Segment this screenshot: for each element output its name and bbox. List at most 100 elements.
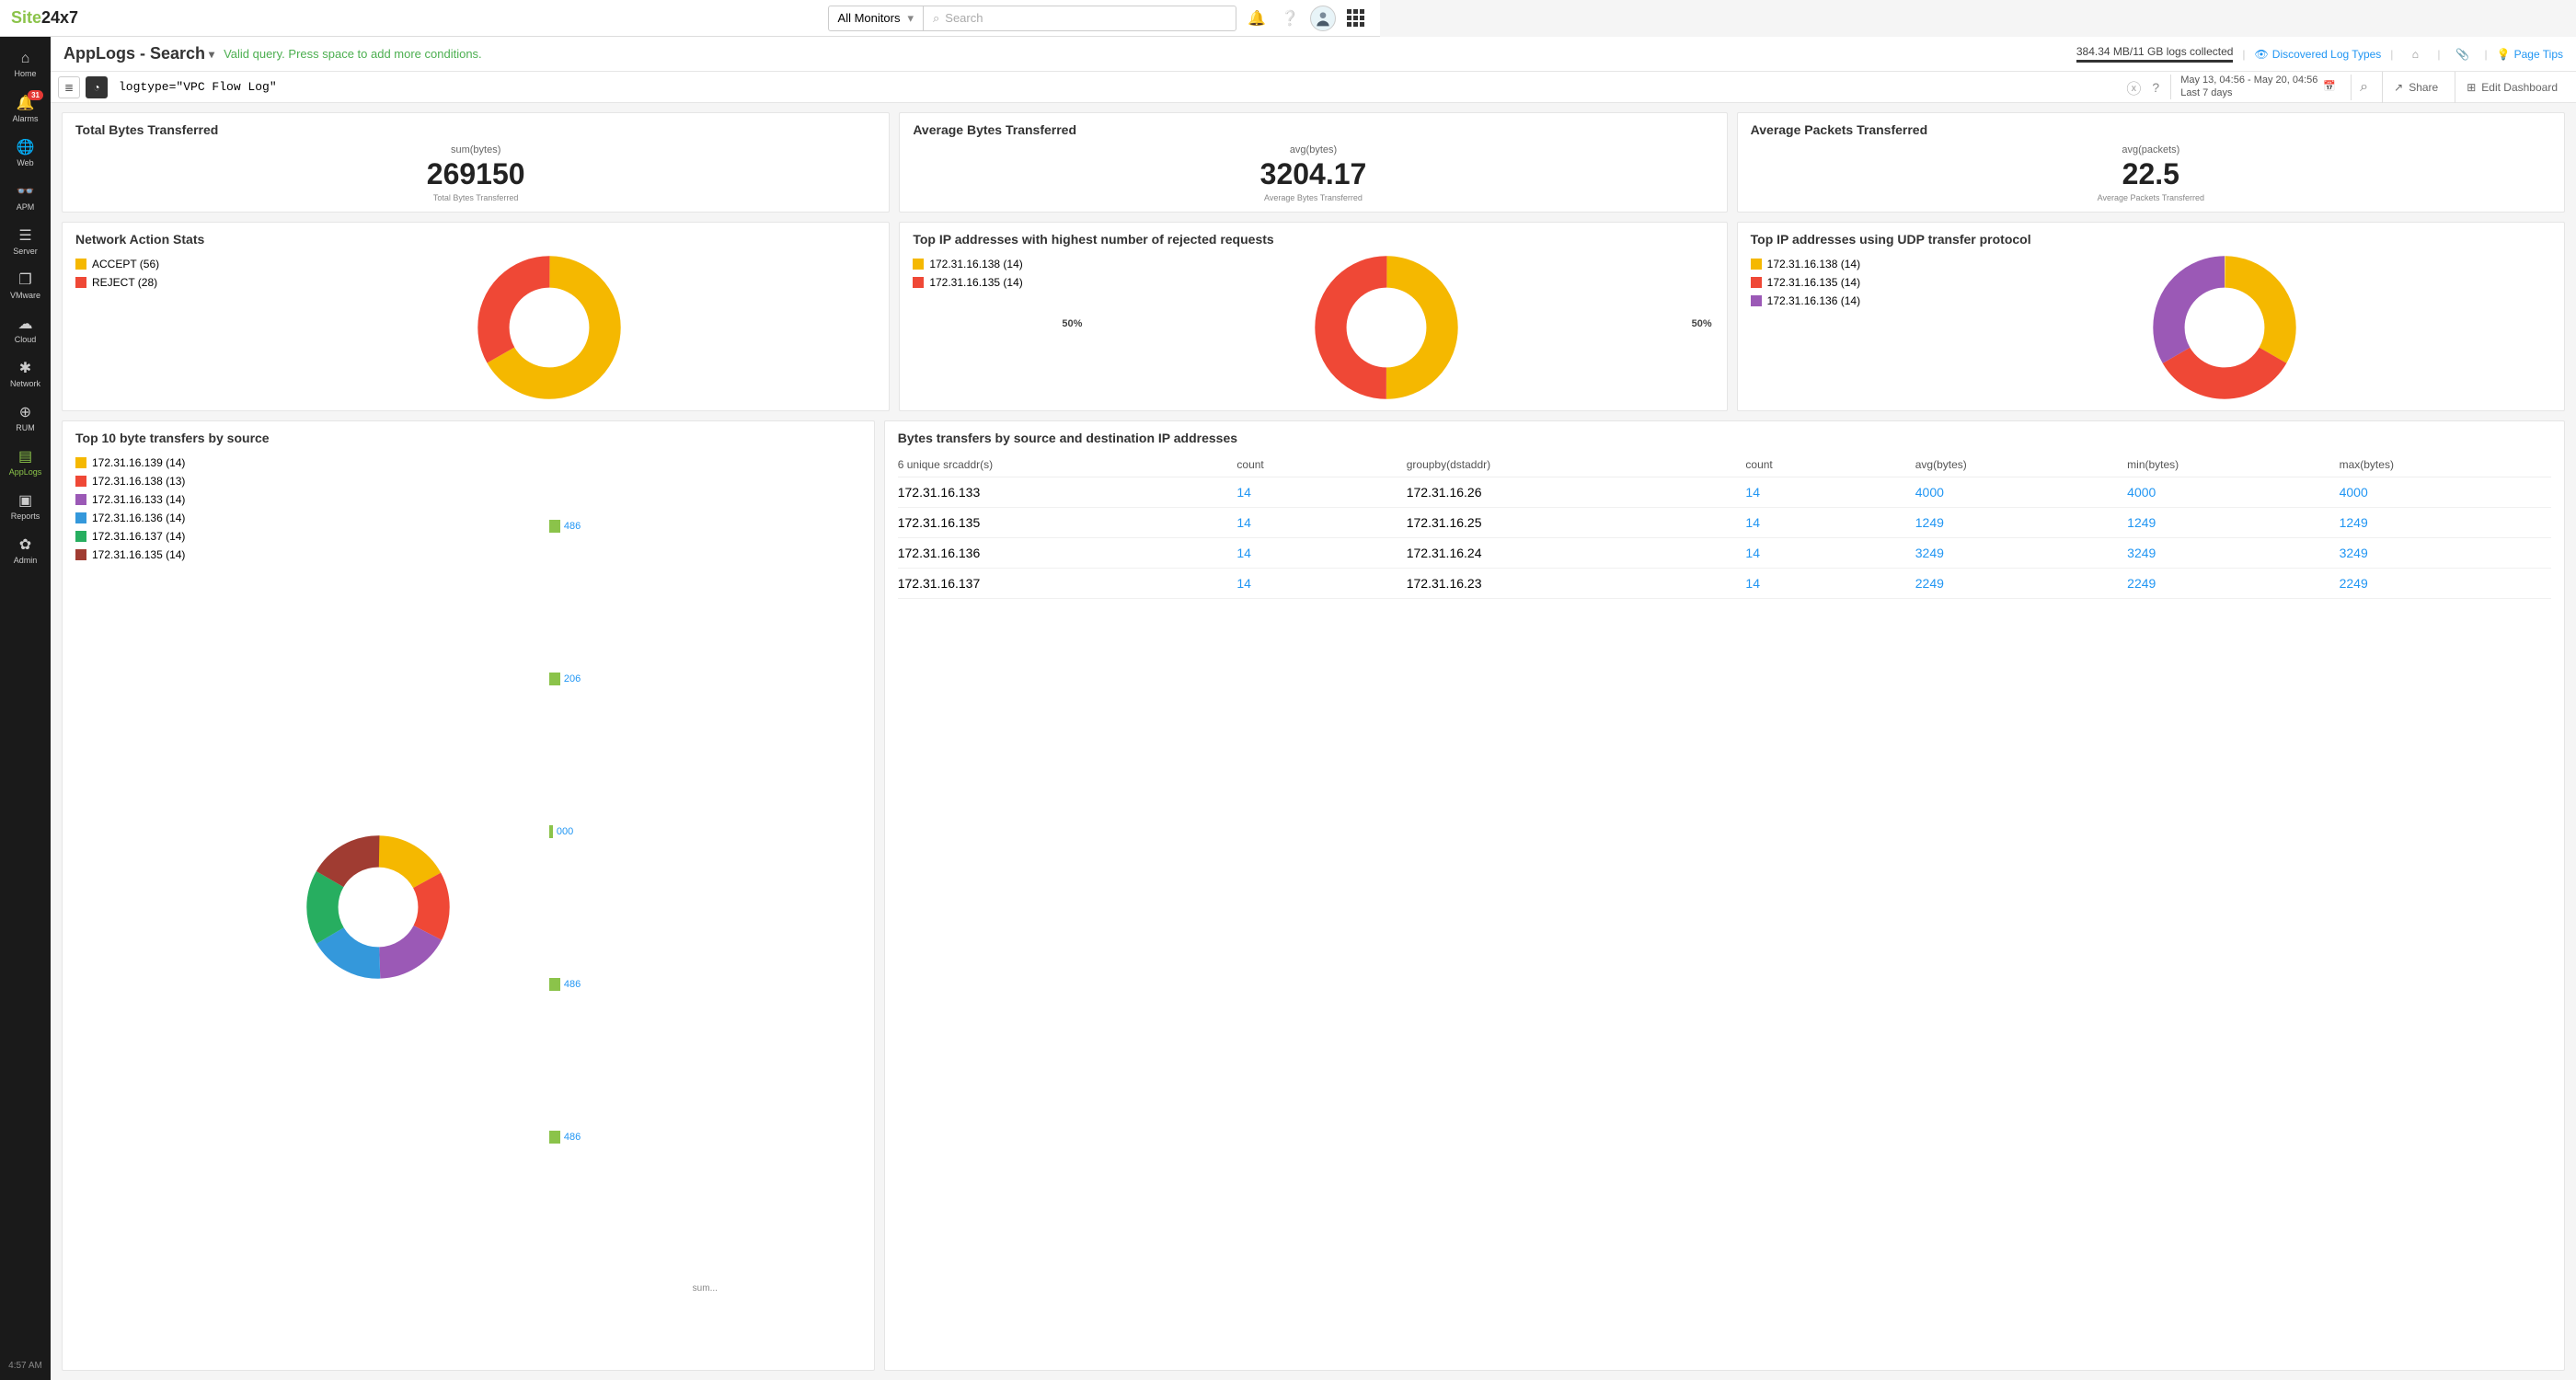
cell-max[interactable]: 1249 [2340,515,2551,530]
nav-cloud[interactable]: ☁Cloud [0,307,51,351]
col-header[interactable]: min(bytes) [2127,458,2339,471]
cell-min[interactable]: 3249 [2127,546,2339,560]
cell-count[interactable]: 14 [1745,546,1915,560]
discovered-log-types-link[interactable]: 👁Discovered Log Types [2255,48,2382,61]
list-view-button[interactable]: ≣ [58,76,80,98]
cell-avg[interactable]: 2249 [1915,576,2127,591]
col-header[interactable]: 6 unique srcaddr(s) [898,458,1237,471]
donut-row: Network Action Stats ACCEPT (56) REJECT … [62,222,2565,411]
donut-chart[interactable] [2151,254,2298,401]
cell-max[interactable]: 2249 [2340,576,2551,591]
panel-title: Average Packets Transferred [1751,122,2551,137]
query-help-button[interactable]: ? [2146,80,2165,95]
cell-count[interactable]: 14 [1236,546,1406,560]
legend-label: ACCEPT (56) [92,258,159,270]
date-range-text: May 13, 04:56 - May 20, 04:56 [2180,75,2317,86]
nav-vmware[interactable]: ❐ VMware [0,263,51,307]
nav-label: AppLogs [9,467,42,477]
query-input[interactable]: logtype="VPC Flow Log" [113,80,2121,94]
nav-label: VMware [10,291,40,300]
nav-rum[interactable]: ⊕RUM [0,396,51,440]
pie-view-button[interactable]: ◔ [86,76,108,98]
clear-query-button[interactable]: ⓧ [2126,76,2141,98]
kpi-value: 3204.17 [913,157,1713,191]
col-header[interactable]: max(bytes) [2340,458,2551,471]
table-row: 172.31.16.13714172.31.16.231422492249224… [898,569,2551,599]
valid-query-msg: Valid query. Press space to add more con… [224,47,482,61]
cell-count[interactable]: 14 [1236,576,1406,591]
kpi-footer: Average Packets Transferred [1751,193,2551,202]
row3: Top 10 byte transfers by source 172.31.1… [62,420,2565,1371]
cell-count[interactable]: 14 [1745,576,1915,591]
nav-alarms[interactable]: 31🔔Alarms [0,86,51,131]
server-icon: ☰ [18,226,31,245]
nav-server[interactable]: ☰ Server [0,219,51,263]
pin-icon[interactable]: 📎 [2450,41,2476,67]
nav-apm[interactable]: 👓APM [0,175,51,219]
date-range-picker[interactable]: May 13, 04:56 - May 20, 04:56 Last 7 day… [2170,75,2345,98]
kpi-total-bytes: Total Bytes Transferred sum(bytes)269150… [62,112,890,213]
home-small-icon[interactable]: ⌂ [2402,41,2428,67]
panel-title: Average Bytes Transferred [913,122,1713,137]
eye-icon: 👁 [2255,48,2269,61]
nav-web[interactable]: 🌐Web [0,131,51,175]
nav-reports[interactable]: ▣Reports [0,484,51,528]
nav-label: APM [17,202,35,212]
kpi-value: 22.5 [1751,157,2551,191]
col-header[interactable]: count [1745,458,1915,471]
subheader: AppLogs - Search ▾ Valid query. Press sp… [51,37,2576,72]
nav-label: Admin [14,556,38,565]
nav-applogs[interactable]: ▤AppLogs [0,440,51,484]
share-button[interactable]: ↗Share [2382,72,2449,103]
help-icon[interactable]: ❔ [1277,6,1303,31]
donut-chart[interactable] [1313,254,1460,401]
cell-avg[interactable]: 1249 [1915,515,2127,530]
cell-min[interactable]: 4000 [2127,485,2339,500]
chevron-down-icon: ▾ [907,11,914,26]
vmware-icon: ❐ [18,270,31,289]
cell-min[interactable]: 1249 [2127,515,2339,530]
page-title[interactable]: AppLogs - Search ▾ [63,44,214,63]
legend-label: 172.31.16.136 (14) [92,512,185,524]
panel-title: Network Action Stats [75,232,876,247]
col-header[interactable]: avg(bytes) [1915,458,2127,471]
panel-title: Total Bytes Transferred [75,122,876,137]
nav-admin[interactable]: ✿Admin [0,528,51,572]
cell-count[interactable]: 14 [1745,485,1915,500]
cell-min[interactable]: 2249 [2127,576,2339,591]
col-header[interactable]: count [1236,458,1406,471]
cell-count[interactable]: 14 [1236,515,1406,530]
nav-home[interactable]: ⌂Home [0,42,51,86]
bell-icon[interactable]: 🔔 [1244,6,1270,31]
nav-label: Network [10,379,40,388]
donut-chart[interactable] [305,834,452,981]
nav-network[interactable]: ✱Network [0,351,51,396]
legend-label: 172.31.16.138 (13) [92,475,185,488]
search-input[interactable]: ⌕ Search [923,6,1236,31]
kpi-avg-packets: Average Packets Transferred avg(packets)… [1737,112,2565,213]
panel-title: Top IP addresses using UDP transfer prot… [1751,232,2551,247]
logo[interactable]: Site24x7 [11,8,78,28]
calendar-icon: 📅 [2323,81,2336,93]
page-tips-link[interactable]: 💡Page Tips [2497,48,2563,61]
nav-label: Alarms [12,114,38,123]
search-icon: ⌕ [933,11,939,26]
avatar[interactable] [1310,6,1336,31]
cell-max[interactable]: 3249 [2340,546,2551,560]
rum-icon: ⊕ [19,403,31,421]
panel-title: Top 10 byte transfers by source [75,431,861,445]
col-header[interactable]: groupby(dstaddr) [1407,458,1746,471]
apps-icon[interactable] [1343,6,1369,31]
cell-count[interactable]: 14 [1236,485,1406,500]
monitor-select[interactable]: All Monitors ▾ ⌕ Search [828,6,1236,31]
search-button[interactable]: ⌕ [2351,75,2376,100]
kpi-metric: sum(bytes) [75,144,876,155]
donut-chart[interactable] [476,254,623,401]
cell-avg[interactable]: 3249 [1915,546,2127,560]
nav-label: Server [13,247,38,256]
table-header: 6 unique srcaddr(s) count groupby(dstadd… [898,453,2551,477]
cell-count[interactable]: 14 [1745,515,1915,530]
edit-dashboard-button[interactable]: ⊞Edit Dashboard [2455,72,2569,103]
cell-avg[interactable]: 4000 [1915,485,2127,500]
cell-max[interactable]: 4000 [2340,485,2551,500]
